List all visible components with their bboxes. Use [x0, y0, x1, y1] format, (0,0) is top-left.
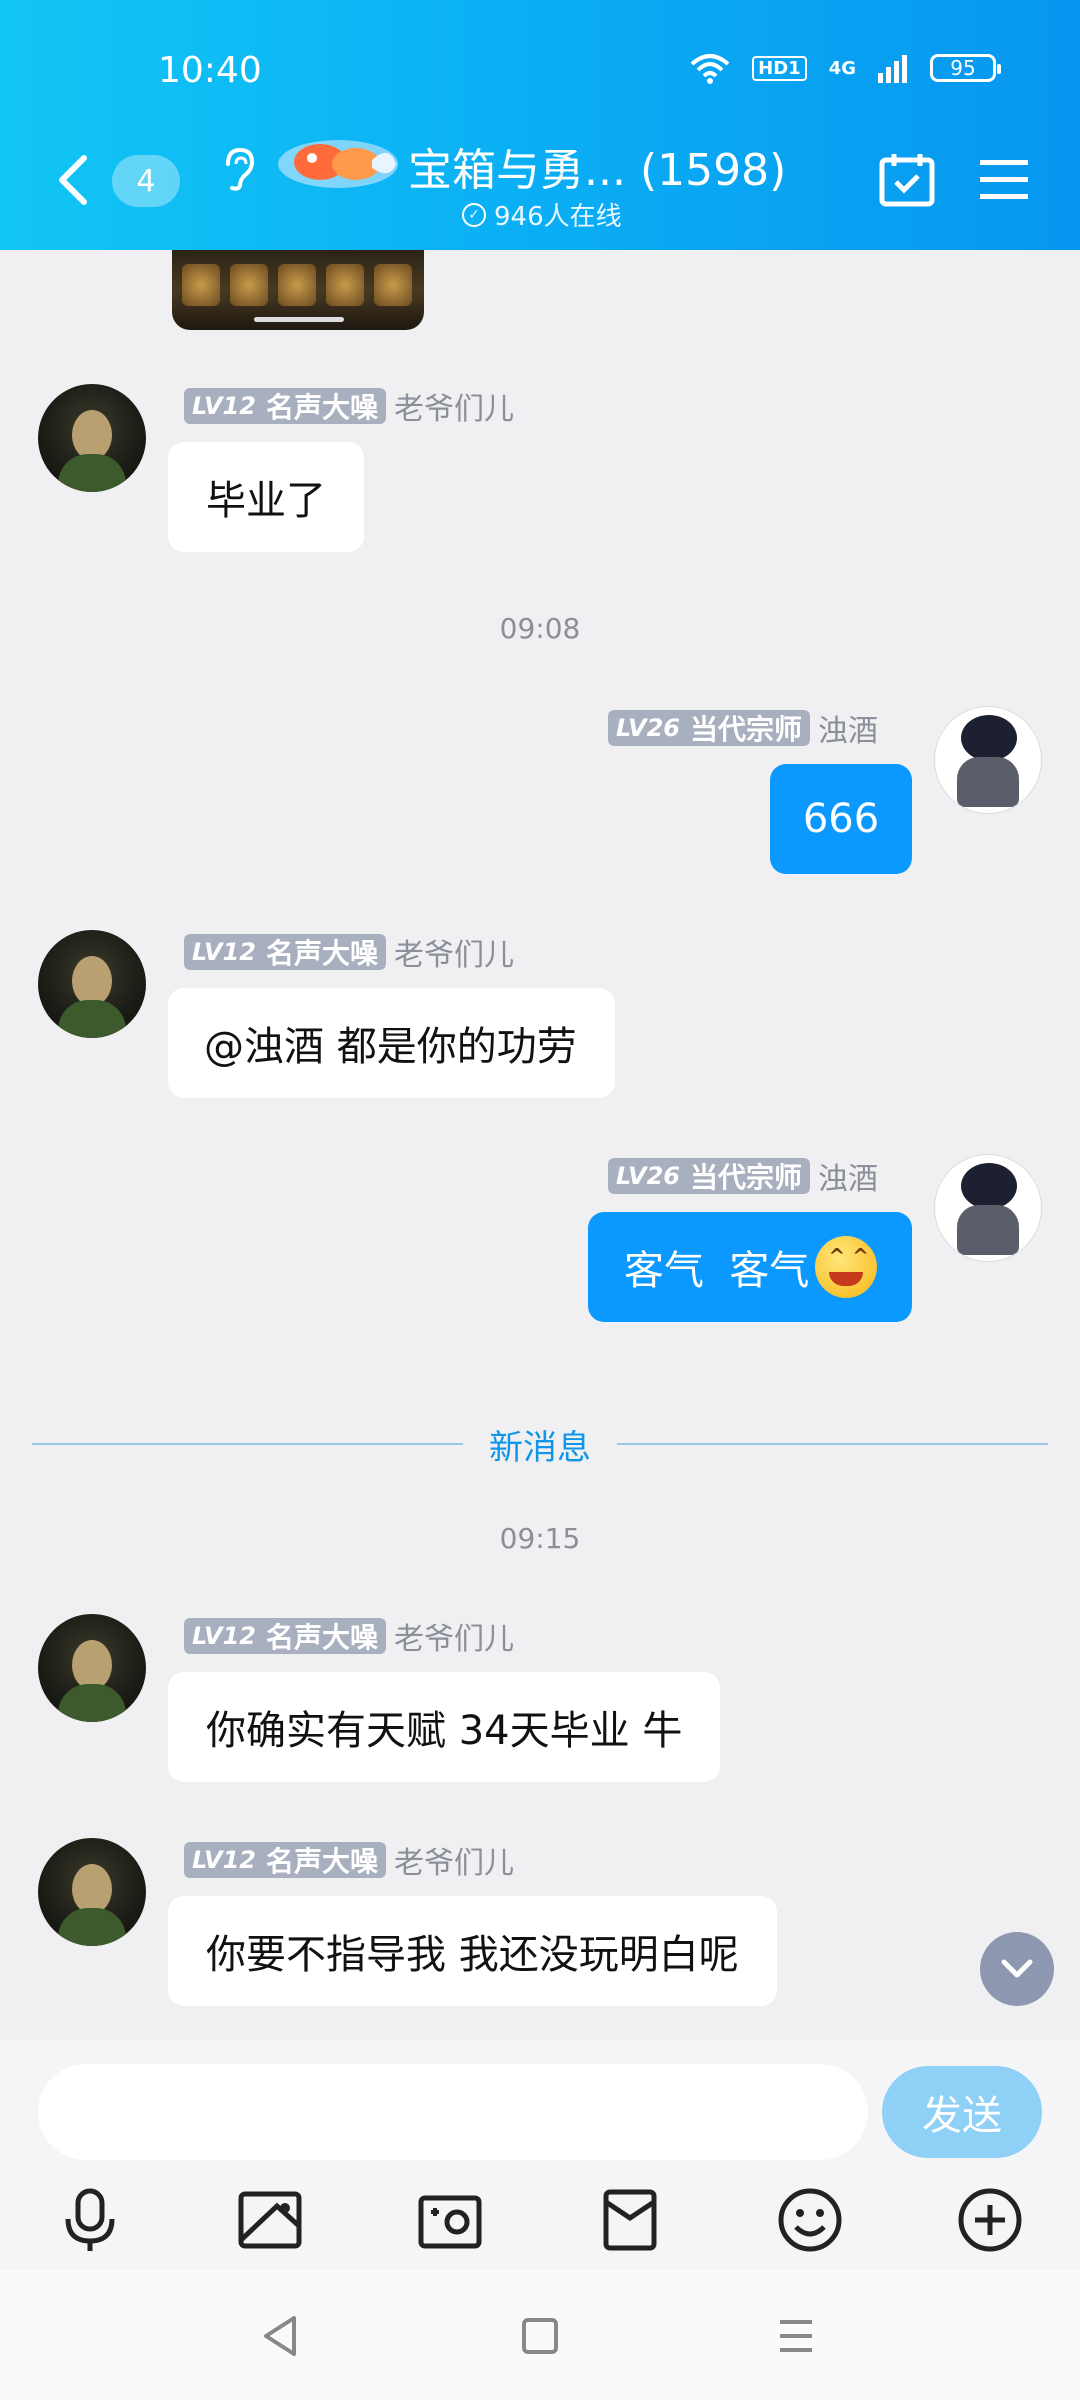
level-badge: LV12 名声大噪	[184, 1842, 386, 1878]
message-bubble[interactable]: 毕业了	[168, 442, 364, 552]
message-meta: LV26 当代宗师 浊酒	[608, 706, 878, 750]
nav-back-icon	[264, 2316, 296, 2356]
red-packet-icon	[603, 2189, 657, 2251]
self-avatar[interactable]	[934, 1154, 1042, 1262]
message-meta: LV12 名声大噪 老爷们儿	[184, 930, 514, 974]
sender-name[interactable]: 老爷们儿	[394, 384, 514, 428]
microphone-icon	[65, 2188, 115, 2251]
level-badge: LV12 名声大噪	[184, 934, 386, 970]
timestamp: 09:08	[499, 612, 581, 645]
scroll-to-bottom-button[interactable]	[980, 1932, 1054, 2006]
emoji-icon	[778, 2188, 842, 2252]
nav-home-button[interactable]	[512, 2308, 568, 2364]
sender-name[interactable]: 浊酒	[818, 1154, 878, 1198]
chat-header: 10:40 HD1 4G 95 4 宝箱与勇... (1598) ✓ 946人在…	[0, 0, 1080, 250]
message-bubble[interactable]: 你要不指导我 我还没玩明白呢	[168, 1896, 777, 2006]
online-count: 946人在线	[494, 202, 622, 232]
image-icon	[238, 2191, 302, 2249]
sender-avatar[interactable]	[38, 384, 146, 492]
sender-name[interactable]: 老爷们儿	[394, 930, 514, 974]
timestamp: 09:15	[499, 1522, 581, 1555]
online-status: ✓ 946人在线	[462, 196, 622, 233]
level-badge: LV26 当代宗师	[608, 1158, 810, 1194]
message-meta: LV12 名声大噪 老爷们儿	[184, 1838, 514, 1882]
message-input[interactable]	[38, 2064, 868, 2160]
message-meta: LV12 名声大噪 老爷们儿	[184, 384, 514, 428]
message-bubble[interactable]: 客气 客气	[588, 1212, 912, 1322]
level-badge: LV12 名声大噪	[184, 388, 386, 424]
menu-icon[interactable]	[978, 158, 1030, 202]
self-avatar[interactable]	[934, 706, 1042, 814]
ear-icon[interactable]	[218, 146, 258, 192]
camera-button[interactable]	[412, 2182, 488, 2258]
chat-message-list[interactable]: LV12 名声大噪 老爷们儿 毕业了 09:08 LV26 当代宗师 浊酒 666 …	[0, 250, 1080, 2040]
sender-avatar[interactable]	[38, 1614, 146, 1722]
plus-icon	[958, 2188, 1022, 2252]
nav-back-button[interactable]	[252, 2308, 308, 2364]
hd-badge: HD1	[752, 55, 807, 81]
system-navigation-bar	[0, 2270, 1080, 2400]
image-button[interactable]	[232, 2182, 308, 2258]
more-button[interactable]	[952, 2182, 1028, 2258]
unread-count-badge[interactable]: 4	[112, 155, 180, 207]
nav-menu-button[interactable]	[768, 2308, 824, 2364]
game-screenshot-image[interactable]	[172, 250, 424, 330]
level-badge: LV12 名声大噪	[184, 1618, 386, 1654]
microphone-button[interactable]	[52, 2182, 128, 2258]
wifi-icon	[690, 54, 730, 84]
group-avatar[interactable]	[272, 130, 404, 196]
send-button[interactable]: 发送	[882, 2066, 1042, 2158]
message-input-area: 发送	[0, 2040, 1080, 2270]
message-meta: LV12 名声大噪 老爷们儿	[184, 1614, 514, 1658]
signal-icon	[878, 55, 907, 83]
message-bubble[interactable]: 你确实有天赋 34天毕业 牛	[168, 1672, 721, 1782]
sender-name[interactable]: 老爷们儿	[394, 1614, 514, 1658]
message-bubble[interactable]: 666	[770, 764, 912, 874]
chevron-down-icon	[1001, 1959, 1033, 1978]
nav-menu-icon	[780, 2320, 812, 2352]
calendar-check-icon[interactable]	[878, 150, 936, 208]
message-meta: LV26 当代宗师 浊酒	[608, 1154, 878, 1198]
back-icon[interactable]	[54, 150, 94, 210]
signal-label: 4G	[828, 57, 856, 79]
new-messages-divider: 新消息	[32, 1422, 1048, 1468]
new-messages-label: 新消息	[489, 1427, 591, 1468]
status-time: 10:40	[158, 50, 262, 91]
emoji-button[interactable]	[772, 2182, 848, 2258]
nav-home-icon	[522, 2318, 558, 2354]
status-icons: HD1 4G 95	[690, 52, 1001, 84]
battery-indicator: 95	[930, 54, 1001, 82]
level-badge: LV26 当代宗师	[608, 710, 810, 746]
sender-name[interactable]: 浊酒	[818, 706, 878, 750]
message-bubble[interactable]: @浊酒 都是你的功劳	[168, 988, 615, 1098]
online-check-icon: ✓	[462, 202, 486, 227]
group-title[interactable]: 宝箱与勇... (1598)	[408, 134, 786, 198]
sender-avatar[interactable]	[38, 1838, 146, 1946]
grin-emoji-icon	[815, 1236, 878, 1298]
red-packet-button[interactable]	[592, 2182, 668, 2258]
sender-name[interactable]: 老爷们儿	[394, 1838, 514, 1882]
camera-icon	[418, 2195, 482, 2249]
sender-avatar[interactable]	[38, 930, 146, 1038]
message-text: 客气 客气	[624, 1248, 810, 1294]
